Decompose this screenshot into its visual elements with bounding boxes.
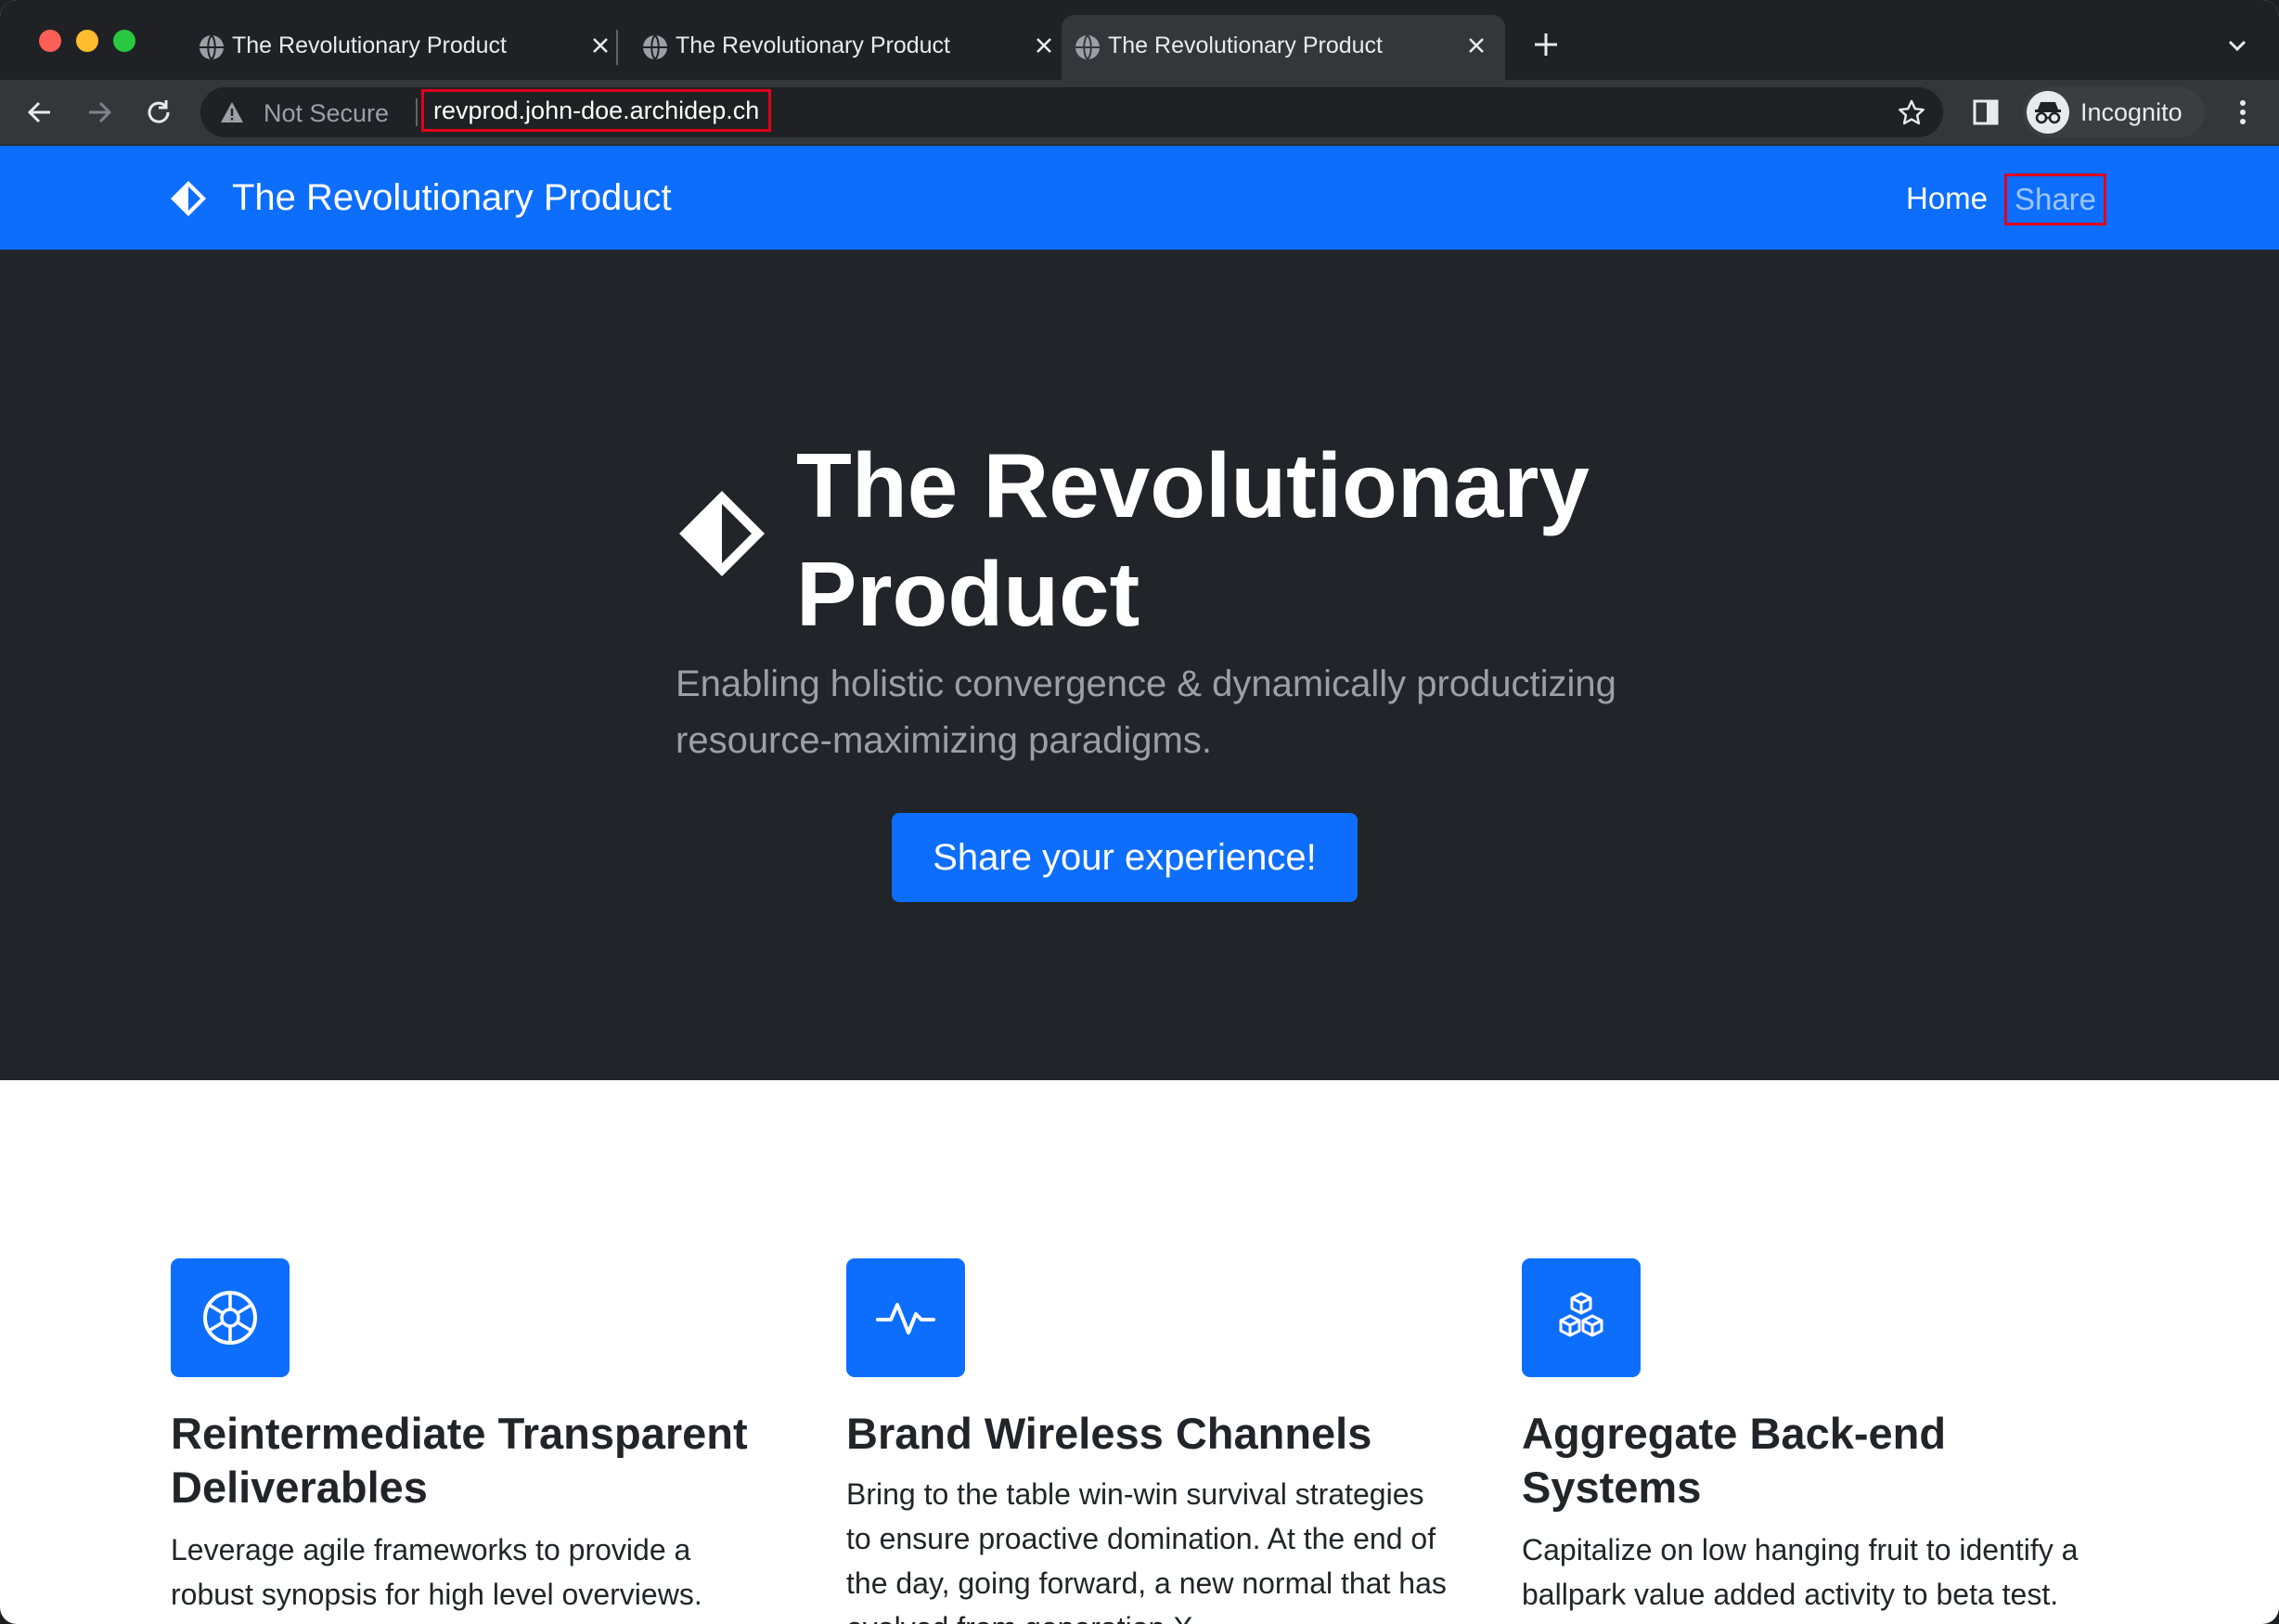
nav-link-share[interactable]: Share	[2004, 174, 2106, 226]
kebab-menu-icon[interactable]	[2225, 95, 2260, 130]
hero-diamond-icon	[679, 491, 765, 576]
tab-separator	[616, 30, 618, 65]
forward-arrow-icon[interactable]	[82, 95, 117, 130]
feature-text: Leverage agile frameworks to provide a r…	[171, 1533, 702, 1611]
feature-title: Aggregate Back-end Systems	[1522, 1409, 1947, 1512]
hero-title: The Revolutionary Product	[796, 434, 1590, 645]
share-experience-button[interactable]: Share your experience!	[892, 813, 1358, 902]
tab-title: The Revolutionary Product	[676, 32, 950, 58]
browser-window: The Revolutionary Product The Revolution…	[0, 0, 2279, 1624]
feature-text: Capitalize on low hanging fruit to ident…	[1522, 1533, 2079, 1611]
chevron-down-icon[interactable]	[2223, 32, 2251, 59]
close-window-button[interactable]	[39, 30, 61, 52]
hero-section: The Revolutionary Product Enabling holis…	[0, 250, 2279, 1080]
browser-tab-active[interactable]: The Revolutionary Product	[1062, 15, 1505, 80]
maximize-window-button[interactable]	[113, 30, 135, 52]
browser-tab[interactable]: The Revolutionary Product	[186, 15, 629, 80]
feature-text: Bring to the table win-win survival stra…	[846, 1477, 1447, 1624]
url-text[interactable]: revprod.john-doe.archidep.ch	[421, 89, 772, 132]
browser-tab[interactable]: The Revolutionary Product	[629, 15, 1073, 80]
security-status-label[interactable]: Not Secure	[264, 99, 389, 128]
address-bar[interactable]: Not Secure revprod.john-doe.archidep.ch	[200, 87, 1943, 137]
back-arrow-icon[interactable]	[22, 95, 58, 130]
minimize-window-button[interactable]	[76, 30, 98, 52]
close-tab-icon[interactable]	[583, 28, 618, 63]
nav-link-home[interactable]: Home	[1906, 181, 1988, 216]
site-brand[interactable]: The Revolutionary Product	[232, 177, 672, 219]
hero-lead: Enabling holistic convergence & dynamica…	[676, 664, 1616, 761]
tab-title: The Revolutionary Product	[1108, 32, 1383, 58]
warning-icon	[221, 102, 243, 122]
reload-icon[interactable]	[141, 95, 176, 130]
incognito-profile-button[interactable]: Incognito	[2023, 87, 2205, 137]
feature-title: Brand Wireless Channels	[846, 1409, 1372, 1458]
close-tab-icon[interactable]	[1026, 28, 1062, 63]
close-tab-icon[interactable]	[1459, 28, 1494, 63]
feature-title: Reintermediate Transparent Deliverables	[171, 1409, 748, 1512]
site-navbar: The Revolutionary Product Home Share	[0, 146, 2279, 250]
bookmark-star-icon[interactable]	[1897, 98, 1926, 128]
new-tab-icon[interactable]	[1529, 28, 1563, 61]
activity-icon	[846, 1258, 965, 1377]
brand-diamond-icon	[171, 181, 206, 216]
tab-strip: The Revolutionary Product The Revolution…	[0, 0, 2279, 80]
globe-icon	[1075, 34, 1100, 60]
aperture-icon	[171, 1258, 290, 1377]
tab-title: The Revolutionary Product	[232, 32, 507, 58]
side-panel-icon[interactable]	[1969, 96, 2002, 129]
browser-toolbar: Not Secure revprod.john-doe.archidep.ch …	[0, 80, 2279, 146]
profile-label: Incognito	[2080, 98, 2182, 126]
omnibox-separator	[416, 98, 418, 126]
incognito-icon	[2027, 91, 2069, 134]
globe-icon	[200, 34, 224, 60]
boxes-icon	[1522, 1258, 1641, 1377]
globe-icon	[643, 34, 667, 60]
